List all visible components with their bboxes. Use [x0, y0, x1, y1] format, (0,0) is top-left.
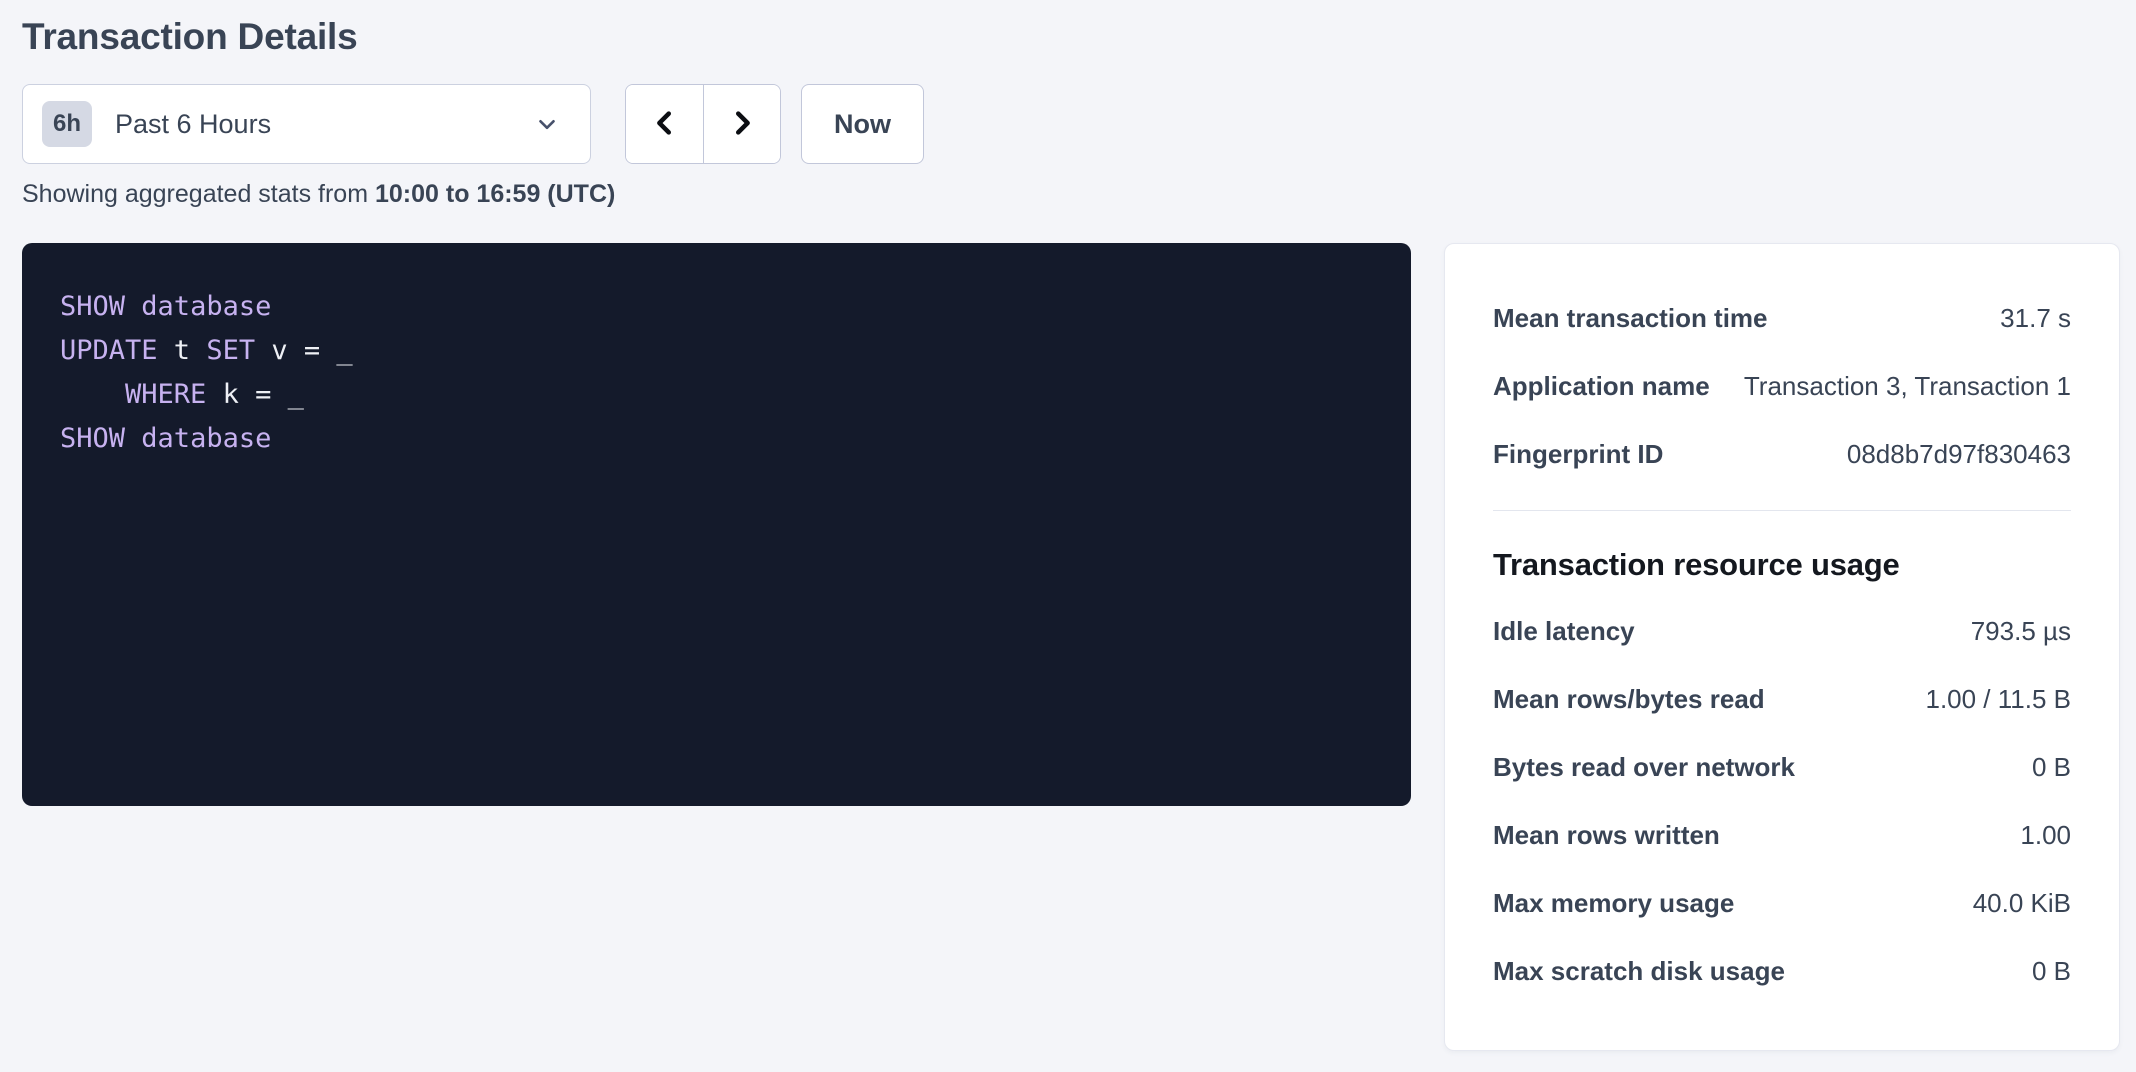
stat-row-application-name: Application name Transaction 3, Transact…	[1493, 352, 2071, 420]
summary-prefix-text: Showing aggregated stats from	[22, 180, 375, 208]
stat-label: Mean rows written	[1493, 820, 1720, 851]
stat-label: Max scratch disk usage	[1493, 956, 1785, 987]
stat-row-fingerprint-id: Fingerprint ID 08d8b7d97f830463	[1493, 420, 2071, 488]
next-time-window-button[interactable]	[703, 85, 780, 163]
chevron-right-icon	[727, 106, 757, 143]
stat-row-bytes-read-over-network: Bytes read over network 0 B	[1493, 733, 2071, 801]
transaction-details-page: Transaction Details 6h Past 6 Hours	[0, 0, 2136, 1072]
stat-label: Mean transaction time	[1493, 303, 1768, 334]
sql-statements-code: SHOW databaseUPDATE t SET v = _ WHERE k …	[60, 285, 1381, 461]
page-title: Transaction Details	[22, 16, 2120, 58]
stat-value: 1.00	[2020, 820, 2071, 851]
sql-statements-box: SHOW databaseUPDATE t SET v = _ WHERE k …	[22, 243, 1411, 806]
stat-label: Fingerprint ID	[1493, 439, 1663, 470]
chevron-left-icon	[650, 106, 680, 143]
stat-row-mean-rows-written: Mean rows written 1.00	[1493, 801, 2071, 869]
stat-row-max-scratch-disk-usage: Max scratch disk usage 0 B	[1493, 937, 2071, 1005]
stat-label: Bytes read over network	[1493, 752, 1795, 783]
stat-row-max-memory-usage: Max memory usage 40.0 KiB	[1493, 869, 2071, 937]
stat-row-idle-latency: Idle latency 793.5 µs	[1493, 597, 2071, 665]
time-controls-row: 6h Past 6 Hours	[22, 84, 2120, 164]
resource-usage-rows: Idle latency 793.5 µs Mean rows/bytes re…	[1493, 597, 2071, 1005]
stat-value: 0 B	[2032, 752, 2071, 783]
content-row: SHOW databaseUPDATE t SET v = _ WHERE k …	[22, 243, 2120, 1051]
stat-value: 0 B	[2032, 956, 2071, 987]
stat-label: Idle latency	[1493, 616, 1635, 647]
stat-label: Mean rows/bytes read	[1493, 684, 1765, 715]
stat-value: Transaction 3, Transaction 1	[1744, 371, 2071, 402]
stat-label: Application name	[1493, 371, 1710, 402]
stat-value: 31.7 s	[2000, 303, 2071, 334]
transaction-summary-card: Mean transaction time 31.7 s Application…	[1444, 243, 2120, 1051]
time-window-pager	[625, 84, 781, 164]
stat-row-mean-transaction-time: Mean transaction time 31.7 s	[1493, 284, 2071, 352]
stat-row-mean-rows-bytes-read: Mean rows/bytes read 1.00 / 11.5 B	[1493, 665, 2071, 733]
now-button[interactable]: Now	[801, 84, 924, 164]
aggregated-stats-summary: Showing aggregated stats from 10:00 to 1…	[22, 180, 2120, 209]
stat-value: 40.0 KiB	[1973, 888, 2071, 919]
stat-value: 08d8b7d97f830463	[1847, 439, 2071, 470]
time-range-badge: 6h	[42, 101, 92, 147]
stat-label: Max memory usage	[1493, 888, 1734, 919]
time-range-label: Past 6 Hours	[115, 109, 271, 140]
chevron-down-icon	[534, 111, 560, 137]
prev-time-window-button[interactable]	[626, 85, 703, 163]
stat-value: 793.5 µs	[1971, 616, 2071, 647]
card-divider	[1493, 510, 2071, 511]
resource-usage-heading: Transaction resource usage	[1493, 547, 2071, 583]
summary-time-range-text: 10:00 to 16:59 (UTC)	[375, 180, 615, 208]
stat-value: 1.00 / 11.5 B	[1925, 684, 2071, 715]
time-range-dropdown[interactable]: 6h Past 6 Hours	[22, 84, 591, 164]
